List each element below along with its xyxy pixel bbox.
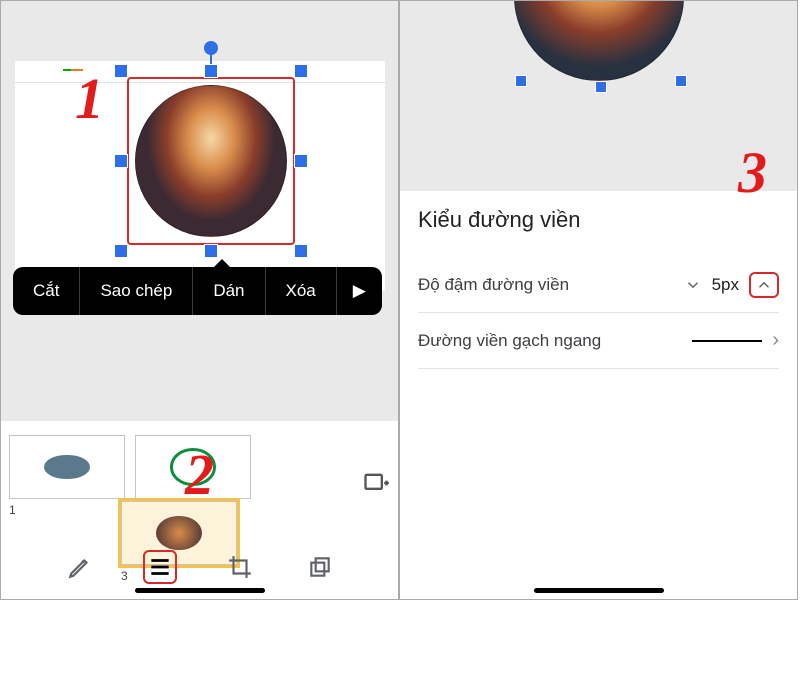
context-copy[interactable]: Sao chép: [80, 267, 193, 315]
chevron-right-icon: ›: [762, 329, 779, 352]
annotation-2: 2: [185, 441, 214, 508]
resize-handle[interactable]: [204, 244, 218, 258]
resize-handle[interactable]: [515, 75, 527, 87]
resize-handle[interactable]: [114, 64, 128, 78]
left-phone-frame: Cắt Sao chép Dán Xóa ▶ 1 2 3: [0, 0, 399, 600]
preview-image[interactable]: [514, 1, 684, 81]
add-slide-button[interactable]: [362, 469, 390, 497]
border-dash-label: Đường viền gạch ngang: [418, 331, 692, 351]
context-delete[interactable]: Xóa: [266, 267, 337, 315]
context-more[interactable]: ▶: [337, 267, 382, 315]
resize-handle[interactable]: [595, 81, 607, 93]
context-menu: Cắt Sao chép Dán Xóa ▶: [13, 267, 382, 315]
resize-handle[interactable]: [114, 154, 128, 168]
crop-icon[interactable]: [223, 550, 257, 584]
edit-icon[interactable]: [63, 550, 97, 584]
layers-icon[interactable]: [303, 550, 337, 584]
context-paste[interactable]: Dán: [193, 267, 265, 315]
weight-stepper: 5px: [684, 272, 779, 298]
context-cut[interactable]: Cắt: [13, 267, 80, 315]
context-menu-arrow: [213, 259, 231, 268]
home-indicator[interactable]: [534, 588, 664, 593]
border-weight-label: Độ đậm đường viền: [418, 275, 684, 295]
rotation-handle[interactable]: [204, 41, 218, 55]
border-style-panel: Kiểu đường viền Độ đậm đường viền 5px Đư…: [400, 191, 797, 385]
dash-preview: [692, 340, 762, 342]
resize-handle[interactable]: [675, 75, 687, 87]
resize-handle[interactable]: [114, 244, 128, 258]
resize-handle[interactable]: [204, 64, 218, 78]
border-dash-row[interactable]: Đường viền gạch ngang ›: [418, 313, 779, 369]
resize-handle[interactable]: [294, 64, 308, 78]
slide-canvas: Cắt Sao chép Dán Xóa ▶: [1, 1, 398, 421]
annotation-3: 3: [738, 139, 767, 206]
weight-value: 5px: [712, 275, 739, 295]
slide-thumb-1[interactable]: 1: [9, 435, 125, 517]
decrease-weight-button[interactable]: [684, 276, 702, 294]
home-indicator[interactable]: [135, 588, 265, 593]
slide-number: 1: [9, 503, 125, 517]
panel-title: Kiểu đường viền: [418, 207, 779, 233]
resize-handle[interactable]: [294, 154, 308, 168]
resize-handle[interactable]: [294, 244, 308, 258]
right-phone-frame: Kiểu đường viền Độ đậm đường viền 5px Đư…: [399, 0, 798, 600]
annotation-box-1: [127, 77, 295, 245]
border-style-icon[interactable]: [143, 550, 177, 584]
cropped-circle-image: [135, 85, 287, 237]
increase-weight-button[interactable]: [749, 272, 779, 298]
selected-image[interactable]: [121, 71, 301, 251]
border-weight-row[interactable]: Độ đậm đường viền 5px: [418, 257, 779, 313]
annotation-1: 1: [75, 65, 104, 132]
